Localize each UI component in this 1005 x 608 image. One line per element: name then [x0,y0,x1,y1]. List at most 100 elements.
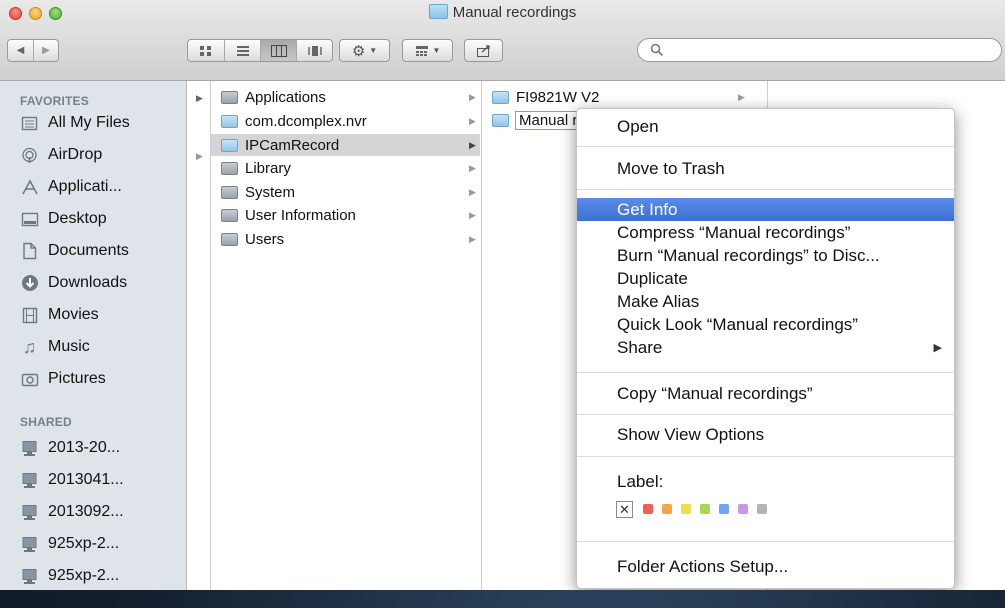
item-label: System [245,183,296,201]
all-files-icon [20,114,39,133]
menu-item-copy[interactable]: Copy “Manual recordings” [577,382,954,405]
chevron-down-icon: ▼ [369,46,378,55]
sidebar-item-desktop[interactable]: Desktop [20,205,186,233]
sidebar-item-shared-computer[interactable]: 925xp-2... [20,530,186,558]
menu-item-get-info[interactable]: Get Info [577,198,954,221]
column-view-button[interactable] [260,40,296,61]
sidebar: FAVORITES All My Files AirDrop Applicati… [0,81,187,590]
sidebar-item-downloads[interactable]: Downloads [20,269,186,297]
sidebar-item-pictures[interactable]: Pictures [20,365,186,393]
title-bar: Manual recordings ◀ ▶ ⚙ ▼ ▼ [0,0,1005,81]
applications-icon [20,178,39,197]
label-green-button[interactable] [700,504,710,514]
sidebar-item-shared-computer[interactable]: 925xp-2... [20,562,186,590]
sidebar-item-label: Applicati... [48,178,122,195]
sidebar-item-documents[interactable]: Documents [20,237,186,265]
sidebar-item-label: 2013092... [48,503,124,520]
sidebar-item-applications[interactable]: Applicati... [20,173,186,201]
menu-item-open[interactable]: Open [577,115,954,138]
search-icon [650,43,664,57]
sidebar-item-label: All My Files [48,114,130,131]
forward-arrow-icon: ▶ [42,45,50,56]
chevron-down-icon: ▼ [432,46,441,55]
item-label: User Information [245,206,356,224]
disclosure-arrow-icon: ▶ [469,115,476,126]
documents-icon [20,242,39,261]
system-folder-icon [221,185,238,199]
sidebar-item-all-my-files[interactable]: All My Files [20,109,186,137]
sidebar-section-shared: SHARED [20,415,72,429]
sidebar-item-label: Downloads [48,274,128,291]
label-blue-button[interactable] [719,504,729,514]
forward-button[interactable]: ▶ [32,40,58,61]
search-field[interactable] [637,38,1002,62]
menu-item-show-view-options[interactable]: Show View Options [577,423,954,446]
sidebar-item-shared-computer[interactable]: 2013041... [20,466,186,494]
disclosure-arrow-icon: ▶ [469,233,476,244]
sidebar-section-favorites: FAVORITES [20,94,89,108]
label-red-button[interactable] [643,504,653,514]
list-item[interactable]: User Information ▶ [211,204,480,226]
menu-separator [577,541,954,542]
list-item[interactable]: com.dcomplex.nvr ▶ [211,110,480,132]
disclosure-arrow-icon: ▶ [469,91,476,102]
list-item[interactable]: Users ▶ [211,228,480,250]
disclosure-arrow-icon: ▶ [469,186,476,197]
item-label: com.dcomplex.nvr [245,112,367,130]
list-item[interactable]: Library ▶ [211,157,480,179]
sidebar-item-label: 2013-20... [48,439,121,456]
sidebar-item-music[interactable]: ♫ Music [20,333,186,361]
menu-item-compress[interactable]: Compress “Manual recordings” [577,221,954,244]
menu-separator [577,456,954,457]
context-menu: Open Move to Trash Get Info Compress “Ma… [576,108,955,589]
sidebar-item-label: AirDrop [48,146,103,163]
menu-item-burn[interactable]: Burn “Manual recordings” to Disc... [577,244,954,267]
menu-item-quick-look[interactable]: Quick Look “Manual recordings” [577,313,954,336]
list-view-button[interactable] [224,40,260,61]
label-purple-button[interactable] [738,504,748,514]
sidebar-item-shared-computer[interactable]: 2013092... [20,498,186,526]
list-item-selected[interactable]: IPCamRecord ▶ [211,134,480,156]
item-label: FI9821W V2 [516,88,600,106]
back-button[interactable]: ◀ [8,40,33,61]
users-folder-icon [221,232,238,246]
sidebar-item-airdrop[interactable]: AirDrop [20,141,186,169]
sidebar-item-label: Pictures [48,370,106,387]
sidebar-item-label: Documents [48,242,129,259]
label-yellow-button[interactable] [681,504,691,514]
item-label: IPCamRecord [245,136,340,154]
menu-separator [577,414,954,415]
menu-item-move-to-trash[interactable]: Move to Trash [577,157,954,180]
column-view-icon [270,44,287,57]
menu-item-duplicate[interactable]: Duplicate [577,267,954,290]
sidebar-item-movies[interactable]: Movies [20,301,186,329]
label-orange-button[interactable] [662,504,672,514]
menu-item-make-alias[interactable]: Make Alias [577,290,954,313]
label-none-button[interactable]: ✕ [616,501,633,518]
list-item[interactable]: Applications ▶ [211,86,480,108]
menu-separator [577,146,954,147]
label-gray-button[interactable] [757,504,767,514]
arrange-icon [415,45,428,56]
menu-item-share[interactable]: Share ▶ [577,336,954,359]
disclosure-arrow-icon: ▶ [738,91,745,102]
coverflow-view-icon [307,45,322,56]
folder-icon [492,90,509,104]
menu-separator [577,372,954,373]
disclosure-arrow-icon: ▶ [469,209,476,220]
share-button[interactable] [464,39,503,62]
search-input[interactable] [668,41,992,61]
action-menu-button[interactable]: ⚙ ▼ [339,39,390,62]
coverflow-view-button[interactable] [296,40,332,61]
desktop-icon [20,210,39,229]
icon-view-button[interactable] [188,40,224,61]
music-icon: ♫ [22,336,37,357]
column-root: ▶ ▶ [187,81,211,590]
sidebar-item-shared-computer[interactable]: 2013-20... [20,434,186,462]
arrange-menu-button[interactable]: ▼ [402,39,453,62]
list-item[interactable]: System ▶ [211,181,480,203]
list-view-icon [236,45,249,56]
disclosure-arrow-icon: ▶ [196,93,203,103]
menu-item-folder-actions-setup[interactable]: Folder Actions Setup... [577,555,954,578]
list-item[interactable]: FI9821W V2 ▶ [482,86,766,108]
